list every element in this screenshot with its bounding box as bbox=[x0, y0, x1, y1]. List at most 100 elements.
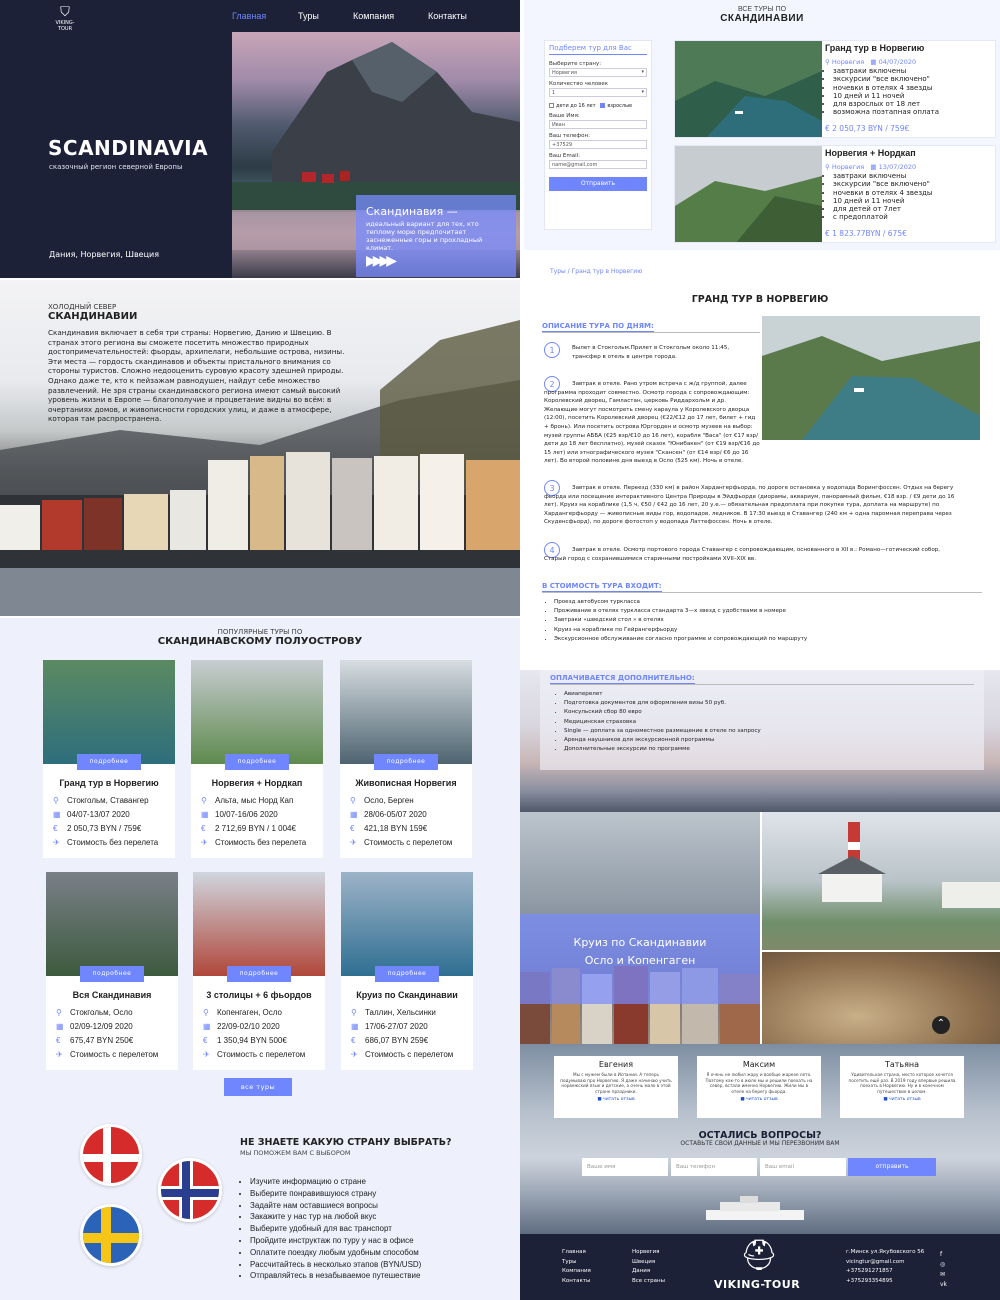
plane-icon: ✈ bbox=[201, 838, 208, 847]
read-review-link[interactable]: ■ читать отзыв bbox=[560, 1097, 672, 1102]
phone-field[interactable]: +37529 bbox=[549, 140, 647, 149]
footer-link[interactable]: Главная bbox=[562, 1248, 591, 1258]
read-review-link[interactable]: ■ читать отзыв bbox=[846, 1097, 958, 1102]
footer-phone[interactable]: +375293354895 bbox=[846, 1277, 924, 1287]
featured-country: Норвегия bbox=[831, 58, 865, 66]
arrows-icon[interactable]: ▶▶▶▶ bbox=[366, 253, 397, 269]
tour-name: Гранд тур в Норвегию bbox=[59, 778, 159, 788]
details-button[interactable]: подробнее bbox=[80, 966, 144, 982]
tour-card[interactable]: подробнее Живописная Норвегия ⚲ Осло, Берге… bbox=[340, 660, 472, 858]
tour-card[interactable]: подробнее Вся Скандинавия ⚲ Стокгольм, Осло… bbox=[46, 872, 178, 1070]
featured-title: Норвегия + Нордкап bbox=[825, 148, 916, 158]
breadcrumb[interactable]: Туры / Гранд тур в Норвегию bbox=[550, 268, 642, 275]
tour-place-row: ⚲ Копенгаген, Осло bbox=[203, 1008, 282, 1017]
tour-dates-row: ▦ 04/07-13/07 2020 bbox=[53, 810, 130, 819]
list-item: Single — доплата за одноместное размещен… bbox=[564, 727, 761, 736]
list-item: Консульский сбор 80 евро bbox=[564, 708, 761, 717]
featured-tour-card[interactable]: Норвегия + Нордкап ⚲ Норвегия ▦ 13/07/20… bbox=[674, 145, 996, 243]
scroll-up-icon[interactable]: ⌃ bbox=[932, 1016, 950, 1034]
contact-email-input[interactable]: Ваш email bbox=[760, 1158, 846, 1176]
day-text: Завтрак в отеле. Рано утром встреча с ж/… bbox=[544, 381, 760, 465]
euro-icon: € bbox=[201, 824, 206, 833]
all-tours-button[interactable]: все туры bbox=[224, 1078, 292, 1096]
contact-submit-button[interactable]: отправить bbox=[848, 1158, 936, 1176]
hero-title: SCANDINAVIA bbox=[48, 136, 209, 160]
country-select[interactable]: Норвегия ▾ bbox=[549, 68, 647, 77]
promo-text: идеальный вариант для тех, кто теплому м… bbox=[366, 220, 483, 252]
tour-picker-form: Подберем тур для Вас Выберите страну: Но… bbox=[544, 40, 652, 230]
footer-link[interactable]: Все страны bbox=[632, 1277, 665, 1287]
plane-icon: ✈ bbox=[56, 1050, 63, 1059]
facebook-icon[interactable]: f bbox=[940, 1250, 947, 1260]
tour-card[interactable]: подробнее Гранд тур в Норвегию ⚲ Стокгольм,… bbox=[43, 660, 175, 858]
tour-flight-row: ✈ Стоимость без перелета bbox=[201, 838, 306, 847]
kids-checkbox[interactable] bbox=[549, 103, 554, 108]
footer-link[interactable]: Норвегия bbox=[632, 1248, 665, 1258]
vk-icon[interactable]: vk bbox=[940, 1280, 947, 1290]
nav-home[interactable]: Главная bbox=[232, 11, 266, 21]
cruise-banner[interactable]: Круиз по Скандинавии Осло и Копенгаген bbox=[520, 914, 760, 1004]
included-list: Проезд автобусом турклассаПроживание в о… bbox=[554, 598, 807, 644]
details-button[interactable]: подробнее bbox=[77, 754, 141, 770]
review-author: Максим bbox=[742, 1060, 776, 1069]
tent-image bbox=[762, 952, 1000, 1044]
tour-card[interactable]: подробнее 3 столицы + 6 фьордов ⚲ Копенгаге… bbox=[193, 872, 325, 1070]
tour-dates: 28/06-05/07 2020 bbox=[364, 810, 427, 819]
tour-image bbox=[341, 872, 473, 976]
list-item: Проживание в отелях туркласса стандарта … bbox=[554, 607, 807, 616]
euro-icon: € bbox=[351, 1036, 356, 1045]
sweden-flag-icon bbox=[80, 1204, 142, 1266]
form-title: Подберем тур для Вас bbox=[549, 44, 647, 55]
list-item: Дополнительные экскурсии по программе bbox=[564, 745, 761, 754]
read-review-label: читать отзыв bbox=[746, 1097, 778, 1102]
nav-contacts[interactable]: Контакты bbox=[428, 11, 467, 21]
calendar-icon: ▦ bbox=[201, 810, 209, 819]
review-author: Татьяна bbox=[884, 1060, 920, 1069]
list-item: Экскурсионное обслуживание согласно прог… bbox=[554, 635, 807, 644]
featured-features: завтраки включены экскурсии "все включен… bbox=[833, 67, 939, 117]
tour-name: Круиз по Скандинавии bbox=[356, 990, 458, 1000]
footer-link[interactable]: Контакты bbox=[562, 1277, 591, 1287]
footer-email[interactable]: vicingtur@gmail.com bbox=[846, 1258, 924, 1268]
footer-address: г.Минск ул.Якубовского 56 bbox=[846, 1249, 925, 1255]
contact-name-input[interactable]: Ваше имя bbox=[582, 1158, 668, 1176]
footer-link[interactable]: Туры bbox=[562, 1258, 591, 1268]
contact-phone-input[interactable]: Ваш телефон bbox=[671, 1158, 757, 1176]
footer: Главная Туры Компания Контакты Норвегия … bbox=[520, 1234, 1000, 1300]
name-field[interactable]: Иван bbox=[549, 120, 647, 129]
people-select[interactable]: 1 ▾ bbox=[549, 88, 647, 97]
read-review-link[interactable]: ■ читать отзыв bbox=[703, 1097, 815, 1102]
footer-phone[interactable]: +375291271857 bbox=[846, 1267, 924, 1277]
footer-countries: Норвегия Швеция Дания Все страны bbox=[632, 1248, 665, 1286]
tour-image bbox=[340, 660, 472, 764]
list-item: Отправляйтесь в незабываемое путешествие bbox=[250, 1270, 421, 1282]
calendar-icon: ▦ bbox=[870, 58, 877, 66]
pin-icon: ⚲ bbox=[350, 796, 356, 805]
details-button[interactable]: подробнее bbox=[227, 966, 291, 982]
tour-image bbox=[191, 660, 323, 764]
nav-company[interactable]: Компания bbox=[353, 11, 394, 21]
mail-icon[interactable]: ✉ bbox=[940, 1270, 947, 1280]
logo[interactable]: ⛉ VIKING-TOUR bbox=[52, 6, 78, 33]
north-section: ХОЛОДНЫЙ СЕВЕР СКАНДИНАВИИ Скандинавия в… bbox=[0, 280, 520, 616]
featured-tour-card[interactable]: Гранд тур в Норвегию ⚲ Норвегия ▦ 04/07/… bbox=[674, 40, 996, 138]
instagram-icon[interactable]: ◎ bbox=[940, 1260, 947, 1270]
list-item: Круиз на кораблике по Гейрангерфьорду bbox=[554, 626, 807, 635]
tour-flight-row: ✈ Стоимость с перелетом bbox=[350, 838, 452, 847]
details-button[interactable]: подробнее bbox=[374, 754, 438, 770]
tour-card[interactable]: подробнее Круиз по Скандинавии ⚲ Таллин, Хе… bbox=[341, 872, 473, 1070]
tour-price-row: €421,18 BYN 159€ bbox=[350, 824, 427, 833]
footer-link[interactable]: Дания bbox=[632, 1267, 665, 1277]
form-submit-button[interactable]: Отправить bbox=[549, 177, 647, 191]
email-field[interactable]: name@gmail.com bbox=[549, 160, 647, 169]
details-button[interactable]: подробнее bbox=[225, 754, 289, 770]
footer-link[interactable]: Швеция bbox=[632, 1258, 665, 1268]
adults-checkbox[interactable] bbox=[600, 103, 606, 108]
popular-heading-small: ПОПУЛЯРНЫЕ ТУРЫ ПО bbox=[217, 628, 303, 636]
footer-link[interactable]: Компания bbox=[562, 1267, 591, 1277]
nav-tours[interactable]: Туры bbox=[298, 11, 319, 21]
details-button[interactable]: подробнее bbox=[375, 966, 439, 982]
country-select-value: Норвегия bbox=[552, 70, 577, 76]
tour-card[interactable]: подробнее Норвегия + Нордкап ⚲ Альта, мыс Н… bbox=[191, 660, 323, 858]
tour-name: Вся Скандинавия bbox=[72, 990, 152, 1000]
